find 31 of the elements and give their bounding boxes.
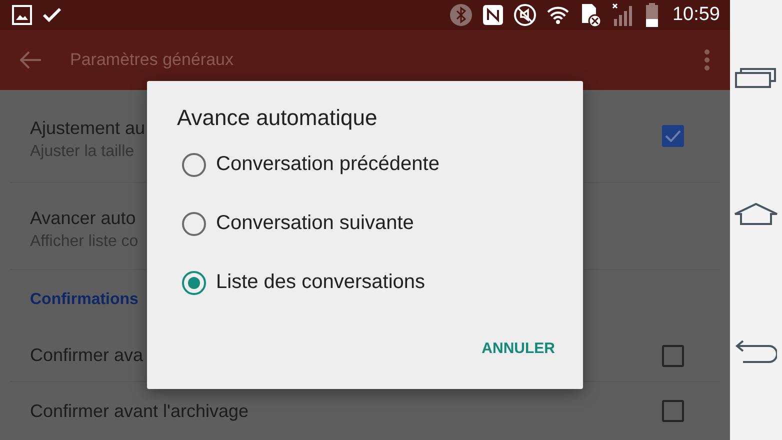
back-icon[interactable] bbox=[735, 339, 777, 364]
radio-option[interactable]: Liste des conversations bbox=[182, 253, 555, 312]
section-header: Confirmations bbox=[30, 291, 138, 309]
setting-title: Confirmer avant l'archivage bbox=[30, 400, 249, 422]
mute-icon bbox=[514, 4, 536, 26]
battery-icon bbox=[646, 3, 658, 27]
back-arrow-icon[interactable] bbox=[20, 51, 42, 69]
checkbox[interactable] bbox=[662, 400, 684, 422]
radio-button[interactable] bbox=[182, 152, 206, 176]
image-icon bbox=[12, 5, 32, 25]
clock-time: 10:59 bbox=[672, 4, 720, 26]
cancel-button[interactable]: ANNULER bbox=[482, 334, 555, 363]
sim-icon bbox=[580, 3, 602, 27]
setting-title: Ajustement au bbox=[30, 118, 146, 138]
radio-button[interactable] bbox=[182, 212, 206, 236]
radio-option[interactable]: Conversation précédente bbox=[182, 135, 555, 194]
dialog-title: Avance automatique bbox=[177, 105, 378, 131]
nfc-icon bbox=[482, 4, 504, 26]
more-options-icon[interactable] bbox=[704, 49, 710, 71]
checkbox[interactable] bbox=[662, 344, 684, 366]
setting-title: Avancer auto bbox=[30, 208, 136, 228]
bluetooth-icon bbox=[450, 4, 472, 26]
radio-option[interactable]: Conversation suivante bbox=[182, 194, 555, 253]
check-icon bbox=[42, 7, 62, 23]
home-icon[interactable] bbox=[733, 202, 779, 226]
wifi-icon bbox=[546, 5, 570, 25]
radio-button[interactable] bbox=[182, 270, 206, 294]
setting-title: Confirmer ava bbox=[30, 345, 144, 366]
recent-apps-icon[interactable] bbox=[735, 66, 777, 89]
app-bar-title: Paramètres généraux bbox=[70, 50, 234, 70]
checkbox[interactable] bbox=[662, 125, 684, 147]
